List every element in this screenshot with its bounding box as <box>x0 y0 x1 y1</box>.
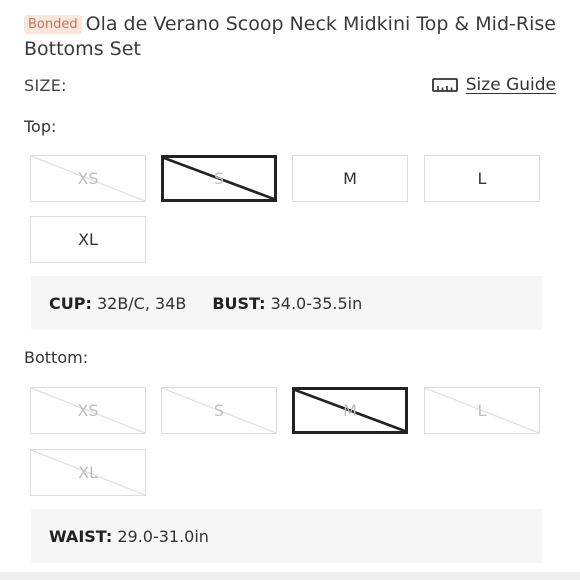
size-label: XS <box>77 401 99 420</box>
size-label: M <box>343 401 357 420</box>
cup-value: 32B/C, 34B <box>96 293 187 313</box>
size-label: XL <box>78 463 98 482</box>
size-label: XL <box>78 230 98 249</box>
size-label: SIZE: <box>24 76 67 95</box>
bottom-size-s-button[interactable]: S <box>161 387 277 434</box>
bottom-size-xl-button[interactable]: XL <box>30 449 146 496</box>
size-label: S <box>213 169 225 188</box>
bottom-size-xs-button[interactable]: XS <box>30 387 146 434</box>
bottom-size-info: WAIST: 29.0-31.0in <box>31 509 542 563</box>
listing-title: Ola de Verano Scoop Neck Midkini Top & M… <box>24 13 556 60</box>
size-guide-label: Size Guide <box>465 75 556 95</box>
top-size-l-button[interactable]: L <box>424 155 540 202</box>
size-label: M <box>343 169 357 188</box>
ruler-icon <box>431 78 458 92</box>
top-size-info: CUP: 32B/C, 34B BUST: 34.0-35.5in <box>31 276 542 330</box>
waist-value: 29.0-31.0in <box>117 526 209 546</box>
brand-badge: Bonded <box>24 15 82 34</box>
size-guide-link[interactable]: Size Guide <box>431 75 556 95</box>
bust-value: 34.0-35.5in <box>270 293 363 313</box>
bottom-size-m-button[interactable]: M <box>292 387 408 434</box>
size-label: XS <box>77 169 99 188</box>
top-section-label: Top: <box>24 117 57 136</box>
size-label: S <box>213 401 225 420</box>
top-size-m-button[interactable]: M <box>292 155 408 202</box>
page-bottom-divider <box>0 572 580 580</box>
size-label: L <box>477 401 487 420</box>
bottom-section-label: Bottom: <box>24 348 89 367</box>
top-size-s-button[interactable]: S <box>161 155 277 202</box>
top-size-xs-button[interactable]: XS <box>30 155 146 202</box>
cup-key: CUP: <box>49 293 92 313</box>
waist-key: WAIST: <box>49 526 113 546</box>
size-label: L <box>477 169 487 188</box>
bust-key: BUST: <box>212 293 266 313</box>
bottom-size-l-button[interactable]: L <box>424 387 540 434</box>
top-size-xl-button[interactable]: XL <box>30 216 146 263</box>
listing-title-block: Bonded Ola de Verano Scoop Neck Midkini T… <box>24 12 564 62</box>
